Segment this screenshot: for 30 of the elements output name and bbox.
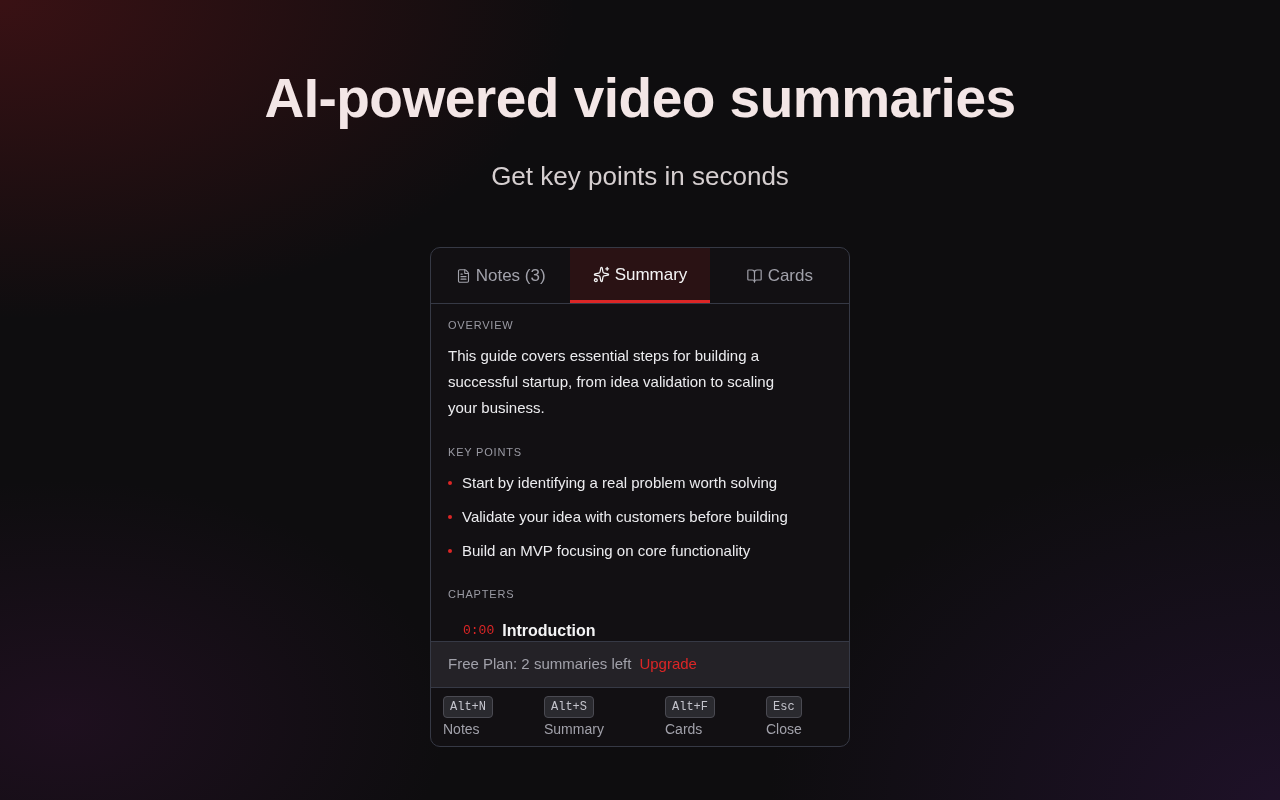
sparkles-icon	[592, 266, 610, 283]
tab[interactable]: Summary	[570, 248, 710, 303]
chapter-time: 0:00	[463, 622, 495, 640]
tab[interactable]: Cards	[709, 248, 849, 303]
section-heading: KEY POINTS	[448, 445, 522, 460]
tab[interactable]: Notes (3)	[431, 248, 571, 303]
key-point: Build an MVP focusing on core functionality	[462, 541, 751, 561]
shortcut-key: Esc	[766, 696, 802, 718]
key-point: Validate your idea with customers before building	[462, 507, 788, 527]
chapter-item[interactable]: 0:00 Introduction	[448, 621, 596, 641]
shortcut-key: Alt+N	[443, 696, 493, 718]
hero-subtitle: Get key points in seconds	[491, 160, 789, 192]
document-icon	[455, 267, 471, 284]
shortcut-label: Notes	[443, 720, 480, 738]
shortcut-label: Cards	[665, 720, 703, 738]
shortcut-label: Summary	[544, 720, 604, 738]
shortcut-label: Close	[766, 720, 802, 738]
bullet-icon	[448, 549, 452, 553]
section-heading: CHAPTERS	[448, 587, 515, 602]
hero-title: AI-powered video summaries	[264, 66, 1016, 130]
shortcut-key: Alt+F	[665, 696, 715, 718]
shortcut-key: Alt+S	[544, 696, 594, 718]
book-icon	[745, 267, 763, 284]
section-heading: OVERVIEW	[448, 318, 514, 333]
bullet-icon	[448, 515, 452, 519]
key-point: Start by identifying a real problem worth solving	[462, 473, 778, 493]
overview-text: This guide covers essential steps for building a successful startup, from idea validation to scaling your business.	[448, 346, 775, 418]
chapter-title: Introduction	[502, 621, 596, 641]
bullet-icon	[448, 481, 452, 485]
plan-status: Free Plan: 2 summaries left	[448, 654, 632, 675]
